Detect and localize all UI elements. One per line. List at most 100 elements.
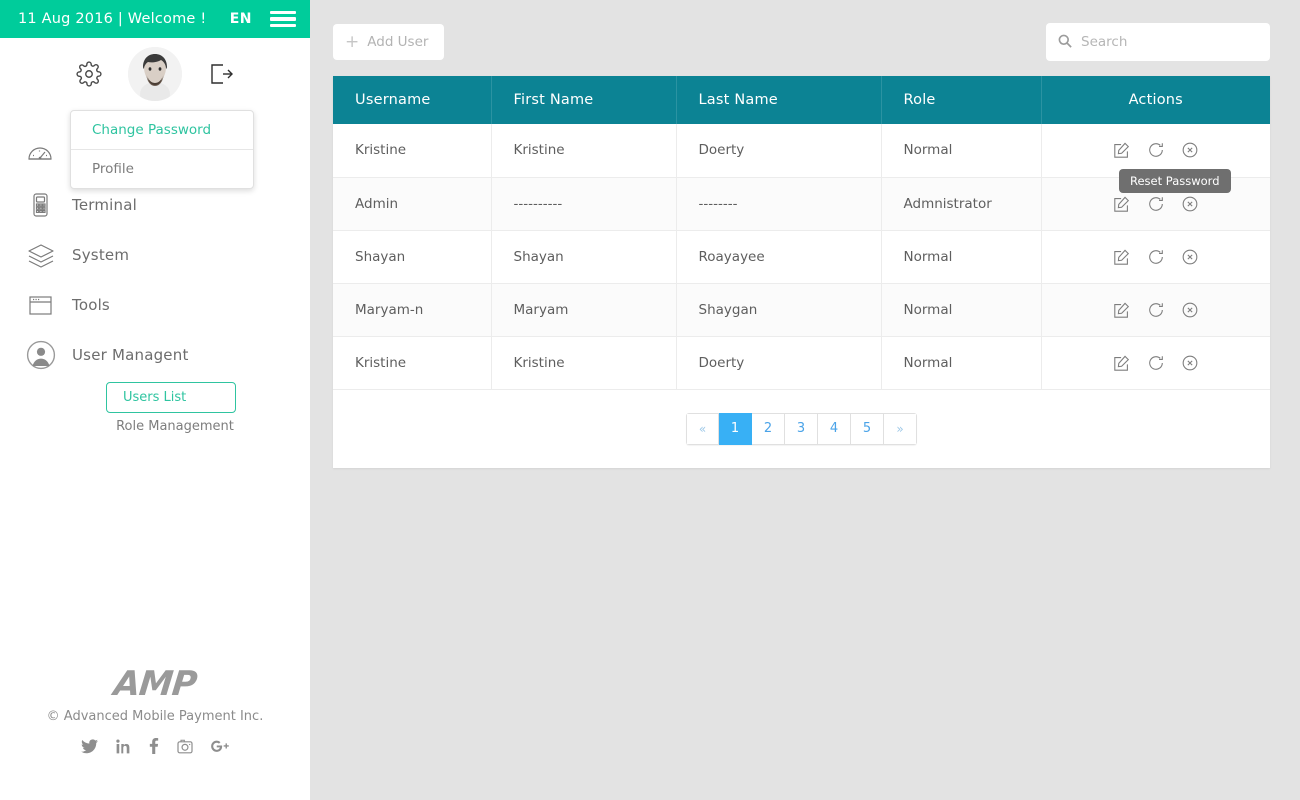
pagination-page-2[interactable]: 2 (752, 412, 785, 445)
search-input[interactable] (1081, 34, 1258, 50)
social-links (81, 738, 229, 754)
plus-icon: + (345, 31, 360, 52)
welcome-title: 11 Aug 2016 | Welcome ! (18, 11, 207, 27)
google-plus-icon[interactable] (211, 739, 229, 754)
menu-item-profile[interactable]: Profile (71, 149, 253, 188)
sidebar-item-role-management[interactable]: Role Management (60, 413, 290, 440)
pagination-page-3[interactable]: 3 (785, 412, 818, 445)
cell-actions (1041, 230, 1270, 284)
logout-icon[interactable] (208, 62, 234, 86)
cell-last-name: Doerty (676, 336, 882, 390)
edit-icon[interactable] (1113, 195, 1131, 213)
table-row: Shayan Shayan Roayayee Normal (333, 230, 1270, 284)
pagination-page-5[interactable]: 5 (851, 412, 884, 445)
twitter-icon[interactable] (81, 738, 98, 754)
main-content: + Add User Search Username First Name La… (310, 0, 1300, 800)
delete-icon[interactable] (1181, 141, 1199, 159)
column-header-first-name[interactable]: First Name (491, 76, 677, 124)
cell-username: Kristine (333, 336, 492, 390)
gear-icon[interactable] (76, 61, 102, 87)
instagram-icon[interactable] (177, 739, 193, 754)
amp-logo: AMP (111, 664, 199, 704)
reset-password-icon[interactable] (1147, 354, 1165, 372)
cell-username: Admin (333, 177, 492, 231)
column-header-role[interactable]: Role (881, 76, 1042, 124)
table-row: Maryam-n Maryam Shaygan Normal (333, 283, 1270, 337)
sidebar-footer: AMP © Advanced Mobile Payment Inc. (0, 664, 310, 800)
pagination-next[interactable]: » (884, 412, 917, 445)
table-body: Kristine Kristine Doerty Normal Admin --… (333, 124, 1270, 390)
cell-last-name: Doerty (676, 124, 882, 178)
user-circle-icon (26, 340, 60, 370)
linkedin-icon[interactable] (116, 739, 131, 754)
cell-role: Normal (881, 283, 1042, 337)
search-icon (1058, 33, 1072, 52)
cell-first-name: Shayan (491, 230, 677, 284)
account-dropdown-menu: Change Password Profile (70, 110, 254, 189)
account-toolbar (0, 38, 310, 110)
reset-password-icon[interactable] (1147, 248, 1165, 266)
cell-actions (1041, 336, 1270, 390)
cell-first-name: ---------- (491, 177, 677, 231)
pagination-page-1[interactable]: 1 (719, 412, 752, 445)
pagination-prev[interactable]: « (686, 412, 719, 445)
delete-icon[interactable] (1181, 248, 1199, 266)
hamburger-icon[interactable] (270, 9, 296, 29)
cell-username: Maryam-n (333, 283, 492, 337)
menu-item-change-password[interactable]: Change Password (71, 111, 253, 149)
cell-actions (1041, 283, 1270, 337)
delete-icon[interactable] (1181, 301, 1199, 319)
sidebar-item-user-management[interactable]: User Managent (0, 330, 310, 380)
sidebar-item-label: User Managent (72, 346, 189, 364)
cell-username: Shayan (333, 230, 492, 284)
pos-terminal-icon (26, 191, 60, 219)
add-user-label: Add User (367, 34, 429, 50)
cell-username: Kristine (333, 124, 492, 178)
column-header-last-name[interactable]: Last Name (676, 76, 882, 124)
reset-password-tooltip: Reset Password (1119, 169, 1231, 193)
edit-icon[interactable] (1113, 248, 1131, 266)
cell-role: Normal (881, 124, 1042, 178)
pagination: « 1 2 3 4 5 » (686, 412, 917, 445)
top-header-bar: 11 Aug 2016 | Welcome ! EN (0, 0, 310, 38)
delete-icon[interactable] (1181, 195, 1199, 213)
layers-icon (26, 241, 60, 269)
window-icon (26, 292, 60, 318)
cell-first-name: Kristine (491, 124, 677, 178)
sidebar-item-users-list[interactable]: Users List (106, 382, 236, 413)
sidebar-item-label: Terminal (72, 196, 137, 214)
cell-last-name: Roayayee (676, 230, 882, 284)
pagination-page-4[interactable]: 4 (818, 412, 851, 445)
sidebar-item-label: Tools (72, 296, 110, 314)
cell-first-name: Maryam (491, 283, 677, 337)
column-header-actions: Actions (1041, 76, 1270, 124)
cell-role: Normal (881, 230, 1042, 284)
facebook-icon[interactable] (149, 738, 159, 754)
search-box[interactable] (1046, 23, 1270, 61)
app-root: 11 Aug 2016 | Welcome ! EN Change Passwo… (0, 0, 1300, 800)
sidebar-item-system[interactable]: System (0, 230, 310, 280)
reset-password-icon[interactable] (1147, 301, 1165, 319)
avatar[interactable] (128, 47, 182, 101)
cell-last-name: -------- (676, 177, 882, 231)
users-table: Username First Name Last Name Role Actio… (333, 76, 1270, 390)
pagination-row: « 1 2 3 4 5 » (333, 389, 1270, 468)
sidebar: 11 Aug 2016 | Welcome ! EN Change Passwo… (0, 0, 310, 800)
cell-last-name: Shaygan (676, 283, 882, 337)
content-toolbar: + Add User (333, 23, 1270, 61)
reset-password-icon[interactable] (1147, 195, 1165, 213)
add-user-button[interactable]: + Add User (333, 24, 445, 60)
edit-icon[interactable] (1113, 354, 1131, 372)
edit-icon[interactable] (1113, 141, 1131, 159)
edit-icon[interactable] (1113, 301, 1131, 319)
column-header-username[interactable]: Username (333, 76, 492, 124)
delete-icon[interactable] (1181, 354, 1199, 372)
reset-password-icon[interactable] (1147, 141, 1165, 159)
table-head: Username First Name Last Name Role Actio… (333, 76, 1270, 124)
gauge-icon (26, 141, 60, 169)
language-selector[interactable]: EN (230, 11, 252, 27)
table-header-row: Username First Name Last Name Role Actio… (333, 76, 1270, 124)
sidebar-item-tools[interactable]: Tools (0, 280, 310, 330)
cell-first-name: Kristine (491, 336, 677, 390)
sidebar-submenu: Users List Role Management (0, 382, 310, 440)
